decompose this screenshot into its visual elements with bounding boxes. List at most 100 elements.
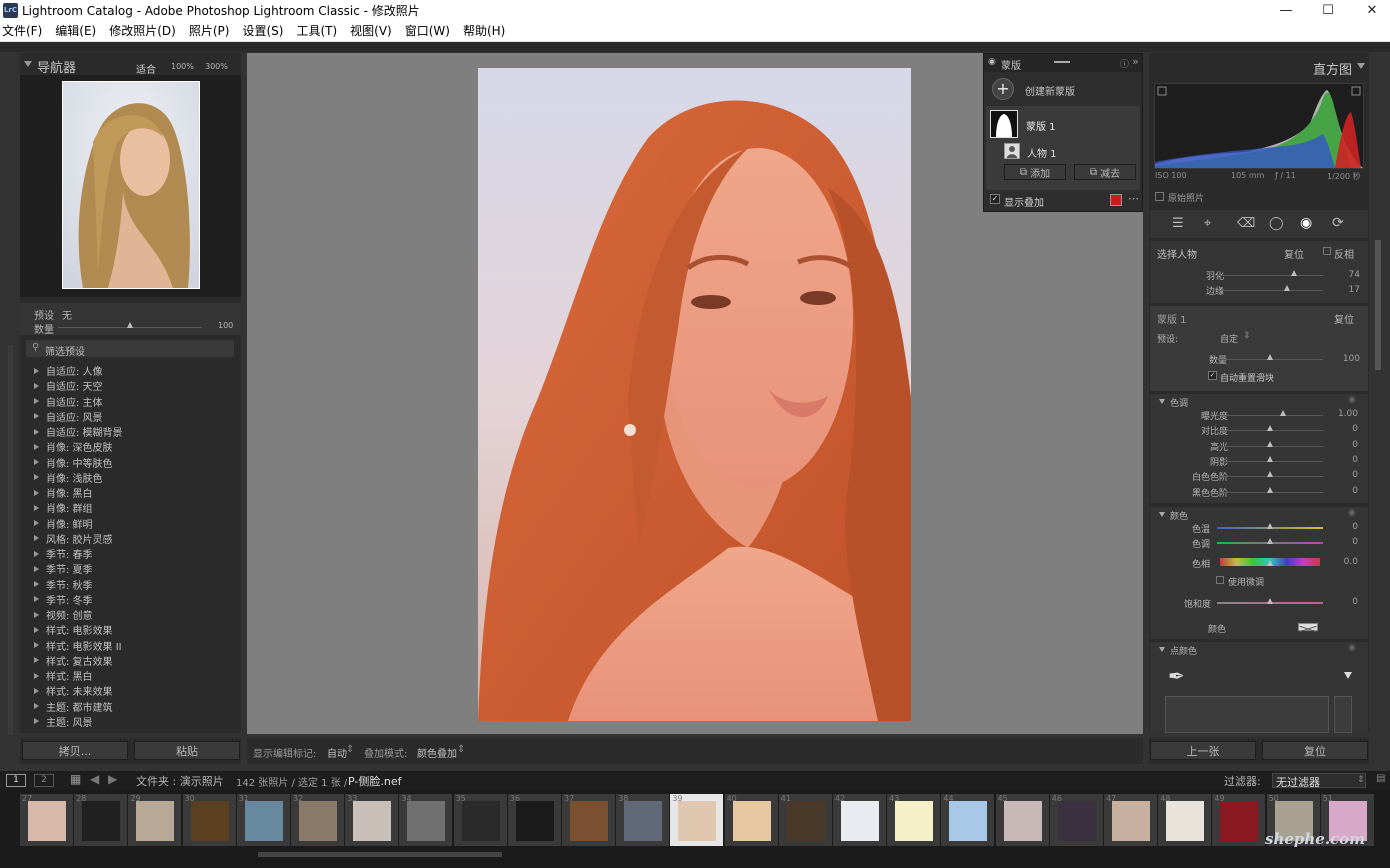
menu-settings[interactable]: 设置(S) bbox=[242, 22, 283, 39]
heal-icon[interactable]: ⌫ bbox=[1237, 216, 1255, 231]
filmstrip-cell[interactable]: 35 bbox=[453, 794, 507, 846]
overlay-mode-select[interactable]: 颜色叠加 bbox=[417, 745, 457, 760]
tone-item-slider-knob[interactable] bbox=[1267, 425, 1273, 432]
filmstrip-cell[interactable]: 27 bbox=[20, 794, 73, 846]
add-mask-icon[interactable]: + bbox=[992, 78, 1014, 100]
mask-settings-reset[interactable]: 复位 bbox=[1334, 311, 1354, 326]
hue-slider-knob[interactable] bbox=[1267, 560, 1273, 566]
main-photo[interactable] bbox=[478, 68, 911, 721]
more-icon[interactable]: ⋯ bbox=[1128, 192, 1139, 205]
tone-item-value[interactable]: 0 bbox=[1336, 440, 1358, 450]
mask-amount-slider-knob[interactable] bbox=[1267, 354, 1273, 360]
filmstrip-cell[interactable]: 32 bbox=[291, 794, 344, 846]
tone-item-value[interactable]: 1.00 bbox=[1336, 409, 1358, 419]
previous-button[interactable]: 上一张 bbox=[1150, 741, 1256, 760]
mask-amount-value[interactable]: 100 bbox=[1336, 354, 1360, 364]
feather-value[interactable]: 74 bbox=[1338, 270, 1360, 280]
reset-tools-icon[interactable]: ⟳ bbox=[1332, 215, 1344, 231]
saturation-slider-knob[interactable] bbox=[1267, 598, 1273, 604]
tone-collapse-icon[interactable] bbox=[1159, 399, 1165, 404]
filmstrip-cell[interactable]: 47 bbox=[1104, 794, 1157, 846]
point-color-range[interactable] bbox=[1334, 696, 1352, 733]
preset-item[interactable]: 肖像: 浅肤色 bbox=[34, 470, 103, 485]
edge-value[interactable]: 17 bbox=[1338, 285, 1360, 295]
overlay-color-swatch[interactable] bbox=[1110, 194, 1122, 206]
preset-item[interactable]: 季节: 秋季 bbox=[34, 577, 93, 592]
preset-item[interactable]: 肖像: 黑白 bbox=[34, 485, 93, 500]
forward-arrow-icon[interactable]: ▶ bbox=[108, 772, 117, 786]
folder-label[interactable]: 文件夹 : 演示照片 bbox=[136, 773, 224, 789]
filmstrip-cell[interactable]: 49 bbox=[1212, 794, 1266, 846]
zoom-100[interactable]: 100% bbox=[171, 62, 194, 71]
filmstrip-cell[interactable]: 38 bbox=[616, 794, 670, 846]
filmstrip-cell[interactable]: 31 bbox=[236, 794, 290, 846]
tone-item-value[interactable]: 0 bbox=[1336, 424, 1358, 434]
tone-item-value[interactable]: 0 bbox=[1336, 486, 1358, 496]
preset-item[interactable]: 季节: 夏季 bbox=[34, 561, 93, 576]
color-eye-icon[interactable]: ◉ bbox=[1348, 508, 1356, 518]
masking-icon[interactable]: ◉ bbox=[1300, 215, 1312, 231]
show-edit-marks-chevron-icon[interactable]: ⇕ bbox=[346, 744, 354, 755]
preset-item[interactable]: 肖像: 群组 bbox=[34, 500, 93, 515]
view-1-button[interactable]: 1 bbox=[6, 774, 26, 787]
preset-item[interactable]: 肖像: 深色皮肤 bbox=[34, 439, 113, 454]
filmstrip-cell[interactable]: 37 bbox=[562, 794, 615, 846]
filmstrip-cell[interactable]: 41 bbox=[778, 794, 832, 846]
paste-button[interactable]: 粘贴 bbox=[134, 741, 240, 760]
preset-item[interactable]: 风格: 胶片灵感 bbox=[34, 531, 113, 546]
filmstrip-cell[interactable]: 30 bbox=[182, 794, 236, 846]
eyedropper-icon[interactable]: ✒ bbox=[1168, 664, 1185, 688]
expand-icon[interactable]: » bbox=[1132, 55, 1139, 68]
preset-filter-input[interactable]: ⚲ 筛选预设 bbox=[26, 340, 234, 358]
mask1-thumbnail[interactable] bbox=[990, 110, 1018, 138]
menu-help[interactable]: 帮助(H) bbox=[463, 22, 505, 39]
preset-item[interactable]: 自适应: 风景 bbox=[34, 409, 103, 424]
navigator-preview[interactable] bbox=[20, 75, 241, 297]
menu-file[interactable]: 文件(F) bbox=[2, 22, 42, 39]
navigator-title[interactable]: 导航器 bbox=[37, 57, 76, 76]
person-icon[interactable] bbox=[1004, 143, 1020, 159]
preset-item[interactable]: 样式: 电影效果 bbox=[34, 622, 113, 637]
preset-item[interactable]: 样式: 电影效果 II bbox=[34, 638, 122, 653]
minimize-icon[interactable]: — bbox=[1266, 0, 1306, 20]
hue-value[interactable]: 0.0 bbox=[1338, 557, 1358, 567]
edge-slider[interactable] bbox=[1217, 290, 1323, 291]
copy-button[interactable]: 拷贝... bbox=[22, 741, 128, 760]
mask-preset-chevron-icon[interactable]: ⇕ bbox=[1243, 331, 1251, 341]
filmstrip-cell[interactable]: 43 bbox=[887, 794, 941, 846]
filmstrip-cell[interactable]: 40 bbox=[724, 794, 778, 846]
create-mask-label[interactable]: 创建新蒙版 bbox=[1025, 83, 1075, 98]
filmstrip-cell[interactable]: 33 bbox=[345, 794, 399, 846]
saturation-value[interactable]: 0 bbox=[1338, 597, 1358, 607]
histogram-collapse-icon[interactable] bbox=[1357, 63, 1365, 69]
top-panel-toggle[interactable] bbox=[0, 42, 1390, 52]
menu-photo[interactable]: 照片(P) bbox=[189, 22, 230, 39]
filmstrip-cell[interactable]: 48 bbox=[1158, 794, 1212, 846]
select-person-reset[interactable]: 复位 bbox=[1284, 246, 1304, 261]
drag-handle-icon[interactable] bbox=[1054, 61, 1070, 63]
temp-value[interactable]: 0 bbox=[1338, 522, 1358, 532]
overlay-checkbox[interactable]: ✓ bbox=[990, 194, 1000, 204]
menu-develop[interactable]: 修改照片(D) bbox=[109, 22, 176, 39]
menu-tools[interactable]: 工具(T) bbox=[296, 22, 337, 39]
redeye-icon[interactable]: ◯ bbox=[1269, 216, 1284, 231]
tone-item-value[interactable]: 0 bbox=[1336, 470, 1358, 480]
mask1-label[interactable]: 蒙版 1 bbox=[1026, 118, 1056, 133]
tint-slider-knob[interactable] bbox=[1267, 538, 1273, 544]
preset-item[interactable]: 样式: 未来效果 bbox=[34, 683, 113, 698]
filmstrip-cell[interactable]: 36 bbox=[507, 794, 561, 846]
original-photo-checkbox[interactable] bbox=[1155, 192, 1164, 201]
left-scrollbar[interactable] bbox=[8, 345, 13, 735]
point-color-swatch-area[interactable] bbox=[1165, 696, 1329, 733]
reset-button[interactable]: 复位 bbox=[1262, 741, 1368, 760]
subtract-button[interactable]: ⧉ 减去 bbox=[1074, 164, 1136, 180]
person1-label[interactable]: 人物 1 bbox=[1027, 145, 1057, 160]
preset-item[interactable]: 肖像: 中等肤色 bbox=[34, 455, 113, 470]
zoom-fit[interactable]: 适合 bbox=[136, 61, 156, 76]
histogram-title[interactable]: 直方图 bbox=[1313, 59, 1352, 78]
temp-slider-knob[interactable] bbox=[1267, 523, 1273, 529]
maximize-icon[interactable]: ☐ bbox=[1308, 0, 1348, 20]
color-swatch[interactable] bbox=[1298, 623, 1318, 633]
file-name[interactable]: P-侧脸.nef bbox=[348, 773, 401, 789]
menu-view[interactable]: 视图(V) bbox=[350, 22, 392, 39]
